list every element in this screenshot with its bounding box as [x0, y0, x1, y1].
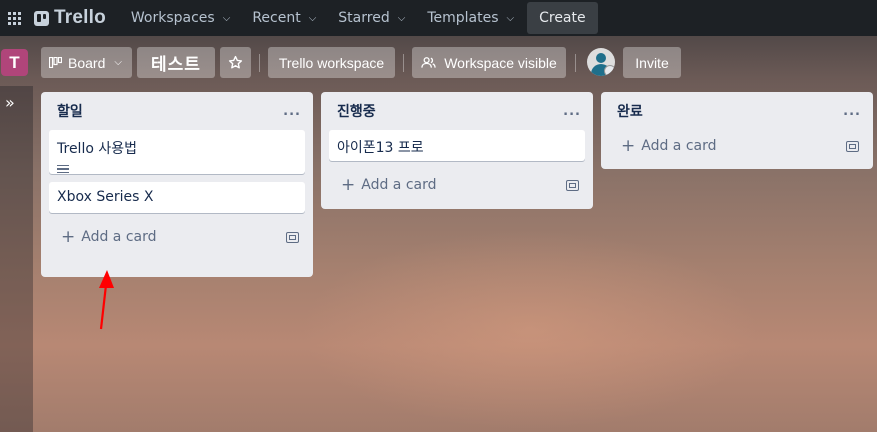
annotation-arrow — [99, 270, 114, 330]
arrow-shaft — [99, 284, 108, 330]
arrow-head — [99, 270, 114, 288]
